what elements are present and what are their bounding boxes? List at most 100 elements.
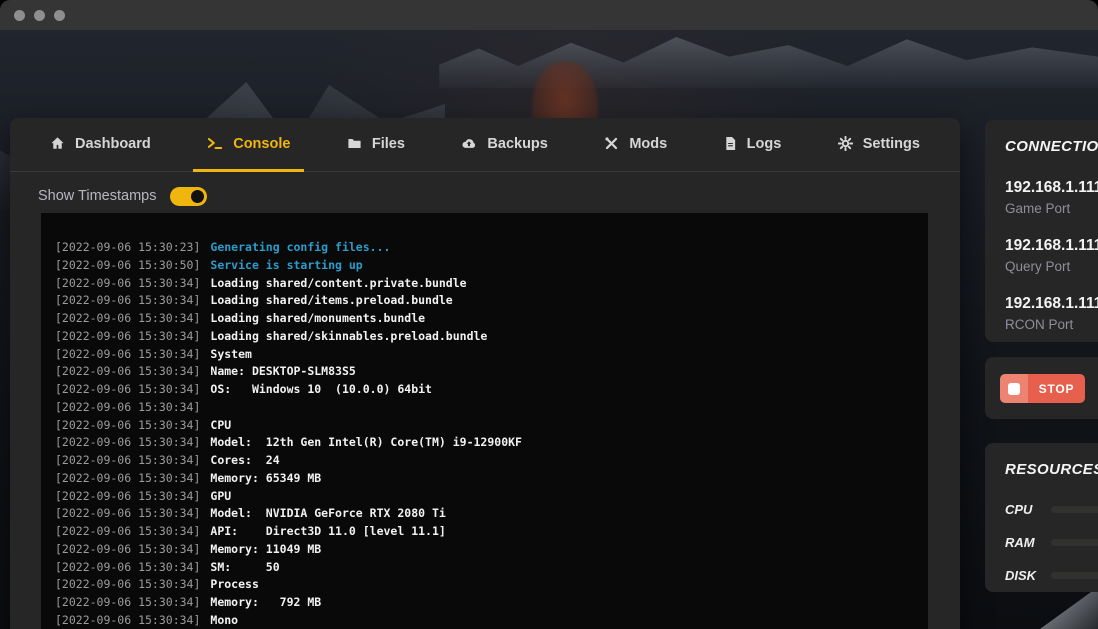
toggle-knob-icon [191, 190, 204, 203]
console-message: OS: Windows 10 (10.0.0) 64bit [210, 382, 432, 396]
stop-button[interactable]: STOP [1000, 374, 1085, 403]
console-line: [2022-09-06 15:30:34] GPU [55, 488, 918, 506]
tab-console[interactable]: Console [193, 118, 304, 172]
console-timestamp: [2022-09-06 15:30:34] [55, 577, 200, 591]
console-line: [2022-09-06 15:30:34]Loading shared/cont… [55, 275, 918, 293]
console-timestamp: [2022-09-06 15:30:34] [55, 311, 200, 325]
console-line: [2022-09-06 15:30:50] Service is starting… [55, 257, 918, 275]
tab-label: Backups [487, 136, 547, 152]
resource-meter-label: RAM [1005, 535, 1051, 550]
console-timestamp: [2022-09-06 15:30:34] [55, 276, 200, 290]
tab-mods[interactable]: Mods [590, 118, 681, 172]
tools-icon [604, 136, 619, 151]
window-control-icon[interactable] [34, 10, 45, 21]
connection-entry: 192.168.1.111 RCON Port [1005, 294, 1098, 333]
console-line: [2022-09-06 15:30:34]Model: 12th Gen Int… [55, 434, 918, 452]
console-timestamp: [2022-09-06 15:30:34] [55, 613, 200, 627]
console-line: [2022-09-06 15:30:34]Loading shared/item… [55, 292, 918, 310]
snow-slope-shape [1040, 587, 1098, 629]
console-timestamp: [2022-09-06 15:30:34] [55, 329, 200, 343]
connection-card: CONNECTION 192.168.1.111 Game Port 192.1… [985, 120, 1098, 342]
resource-meter-label: DISK [1005, 568, 1051, 583]
timestamps-toggle-row: Show Timestamps [38, 186, 960, 206]
resources-title: RESOURCES [1005, 461, 1098, 479]
home-icon [50, 136, 65, 151]
console-line: [2022-09-06 15:30:34] Loading shared/monu… [55, 310, 918, 328]
stop-square-icon [1000, 374, 1028, 403]
main-panel: Dashboard Console Files Backups [10, 118, 960, 629]
console-timestamp: [2022-09-06 15:30:34] [55, 293, 200, 307]
connection-port-label: Query Port [1005, 259, 1098, 275]
connection-port-label: RCON Port [1005, 317, 1098, 333]
console-message: SM: 50 [210, 560, 279, 574]
tab-label: Settings [863, 136, 920, 152]
connection-port-label: Game Port [1005, 201, 1098, 217]
app-window: Dashboard Console Files Backups [0, 0, 1098, 629]
window-titlebar [0, 0, 1098, 30]
console-timestamp: [2022-09-06 15:30:50] [55, 258, 200, 272]
console-timestamp: [2022-09-06 15:30:34] [55, 595, 200, 609]
console-message: Generating config files... [210, 240, 390, 254]
console-message: System [210, 347, 252, 361]
console-timestamp: [2022-09-06 15:30:34] [55, 506, 200, 520]
resources-card: RESOURCES CPU RAM DISK [985, 443, 1098, 592]
tab-bar: Dashboard Console Files Backups [10, 118, 960, 172]
window-control-icon[interactable] [14, 10, 25, 21]
console-message: GPU [210, 489, 231, 503]
tab-backups[interactable]: Backups [447, 118, 561, 172]
resource-meter-track [1051, 506, 1098, 513]
tab-dashboard[interactable]: Dashboard [36, 118, 165, 172]
gear-icon [838, 136, 853, 151]
console-message: Memory: 792 MB [210, 595, 321, 609]
console-timestamp: [2022-09-06 15:30:34] [55, 382, 200, 396]
tab-label: Logs [747, 136, 782, 152]
console-message: CPU [210, 418, 231, 432]
resource-meter-label: CPU [1005, 502, 1051, 517]
tab-settings[interactable]: Settings [824, 118, 934, 172]
connection-entry: 192.168.1.111 Game Port [1005, 178, 1098, 217]
connection-address: 192.168.1.111 [1005, 178, 1098, 197]
resource-meter-track [1051, 572, 1098, 579]
resource-meters: CPU RAM DISK [1005, 493, 1098, 592]
console-line: [2022-09-06 15:30:34] [55, 399, 918, 417]
tab-label: Console [233, 136, 290, 152]
console-timestamp: [2022-09-06 15:30:34] [55, 400, 200, 414]
connection-entry: 192.168.1.111 Query Port [1005, 236, 1098, 275]
tab-label: Dashboard [75, 136, 151, 152]
console-timestamp: [2022-09-06 15:30:34] [55, 489, 200, 503]
tab-label: Files [372, 136, 405, 152]
console-message: Memory: 11049 MB [210, 542, 321, 556]
console-message: Process [210, 577, 258, 591]
console-timestamp: [2022-09-06 15:30:34] [55, 453, 200, 467]
resource-meter-row: CPU [1005, 493, 1098, 526]
file-icon [724, 136, 737, 151]
folder-icon [347, 136, 362, 151]
console-message: Loading shared/skinnables.preload.bundle [210, 329, 487, 343]
console-message: Memory: 65349 MB [210, 471, 321, 485]
console-message: Loading shared/monuments.bundle [210, 311, 425, 325]
console-timestamp: [2022-09-06 15:30:23] [55, 240, 200, 254]
timestamps-toggle-label: Show Timestamps [38, 188, 156, 204]
tab-label: Mods [629, 136, 667, 152]
stop-square-glyph [1008, 383, 1020, 395]
console-message: Mono [210, 613, 238, 627]
console-line: [2022-09-06 15:30:34] Process [55, 576, 918, 594]
timestamps-toggle[interactable] [170, 187, 207, 206]
console-message: API: Direct3D 11.0 [level 11.1] [210, 524, 445, 538]
tab-files[interactable]: Files [333, 118, 419, 172]
console-line: [2022-09-06 15:30:34]Memory: 65349 MB [55, 470, 918, 488]
connection-title: CONNECTION [1005, 138, 1098, 156]
console-line: [2022-09-06 15:30:34] Mono [55, 612, 918, 629]
terminal-icon [207, 136, 223, 151]
console-line: [2022-09-06 15:30:34]Cores: 24 [55, 452, 918, 470]
console-output[interactable]: [2022-09-06 15:30:23] Generating config f… [41, 213, 928, 629]
resource-meter-row: DISK [1005, 559, 1098, 592]
console-message: Name: DESKTOP-SLM83S5 [210, 364, 355, 378]
console-message: Service is starting up [210, 258, 362, 272]
window-control-icon[interactable] [54, 10, 65, 21]
tab-logs[interactable]: Logs [710, 118, 796, 172]
console-line: [2022-09-06 15:30:34] Loading shared/skin… [55, 328, 918, 346]
console-line: [2022-09-06 15:30:34]API: Direct3D 11.0 … [55, 523, 918, 541]
resource-meter-track [1051, 539, 1098, 546]
console-timestamp: [2022-09-06 15:30:34] [55, 347, 200, 361]
